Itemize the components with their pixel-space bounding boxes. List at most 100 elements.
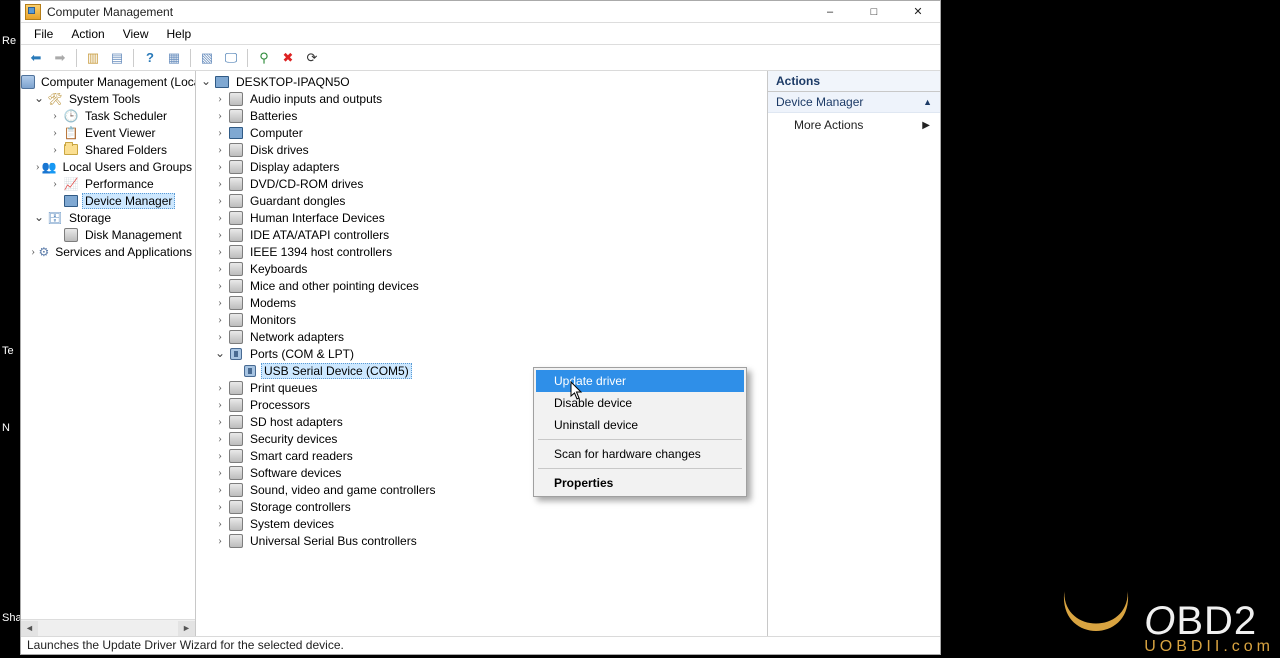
expand-icon[interactable] [47, 176, 63, 191]
expand-icon[interactable] [212, 108, 228, 123]
list-view-button[interactable]: ▦ [163, 47, 185, 69]
tree-disk-management[interactable]: Disk Management [21, 226, 195, 243]
expand-icon[interactable] [47, 142, 63, 157]
menu-action[interactable]: Action [62, 25, 113, 43]
minimize-button[interactable]: ‒ [808, 1, 852, 23]
tree-storage[interactable]: 🗄 Storage [21, 209, 195, 226]
tree-performance[interactable]: 📈 Performance [21, 175, 195, 192]
ctx-uninstall-device[interactable]: Uninstall device [536, 414, 744, 436]
expand-icon[interactable] [212, 227, 228, 242]
tree-root[interactable]: Computer Management (Local [21, 73, 195, 90]
cat-usb-controllers[interactable]: Universal Serial Bus controllers [196, 532, 767, 549]
cat-batteries[interactable]: Batteries [196, 107, 767, 124]
update-driver-button[interactable]: ⟳ [301, 47, 323, 69]
expand-icon[interactable] [212, 278, 228, 293]
tree-device-manager[interactable]: Device Manager [21, 192, 195, 209]
scroll-left-button[interactable]: ◄ [21, 621, 38, 636]
ctx-scan-hardware[interactable]: Scan for hardware changes [536, 443, 744, 465]
tree-shared-folders[interactable]: Shared Folders [21, 141, 195, 158]
device-host[interactable]: DESKTOP-IPAQN5O [196, 73, 767, 90]
console-tree[interactable]: Computer Management (Local 🛠 System Tool… [21, 71, 195, 619]
maximize-button[interactable]: □ [852, 1, 896, 23]
expand-icon[interactable] [212, 431, 228, 446]
cat-system-devices[interactable]: System devices [196, 515, 767, 532]
cat-ieee1394[interactable]: IEEE 1394 host controllers [196, 243, 767, 260]
help-toolbar-button[interactable]: ? [139, 47, 161, 69]
left-scrollbar[interactable]: ◄ ► [21, 619, 195, 636]
expand-icon[interactable] [31, 210, 47, 225]
expand-icon[interactable] [212, 312, 228, 327]
expand-icon[interactable] [212, 516, 228, 531]
expand-icon[interactable] [212, 193, 228, 208]
users-icon: 👥 [42, 159, 57, 175]
scan-hardware-button[interactable]: ⚲ [253, 47, 275, 69]
ctx-disable-device[interactable]: Disable device [536, 392, 744, 414]
show-hide-tree-button[interactable]: ▥ [82, 47, 104, 69]
actions-section[interactable]: Device Manager ▲ [768, 92, 940, 113]
cat-ide[interactable]: IDE ATA/ATAPI controllers [196, 226, 767, 243]
monitor-toolbar-button[interactable]: 🖵 [220, 47, 242, 69]
expand-icon[interactable] [212, 295, 228, 310]
expand-icon[interactable] [212, 261, 228, 276]
menu-file[interactable]: File [25, 25, 62, 43]
cat-dvd[interactable]: DVD/CD-ROM drives [196, 175, 767, 192]
cat-ports[interactable]: Ports (COM & LPT) [196, 345, 767, 362]
cat-disk-drives[interactable]: Disk drives [196, 141, 767, 158]
cat-storage-controllers[interactable]: Storage controllers [196, 498, 767, 515]
cat-mice[interactable]: Mice and other pointing devices [196, 277, 767, 294]
properties-toolbar-button[interactable]: ▤ [106, 47, 128, 69]
expand-icon[interactable] [212, 329, 228, 344]
expand-icon[interactable] [212, 533, 228, 548]
expand-icon[interactable] [212, 125, 228, 140]
expand-icon[interactable] [212, 465, 228, 480]
menu-help[interactable]: Help [158, 25, 201, 43]
back-button[interactable]: ⬅ [25, 47, 47, 69]
cat-display-adapters[interactable]: Display adapters [196, 158, 767, 175]
cat-monitors[interactable]: Monitors [196, 311, 767, 328]
ctx-properties[interactable]: Properties [536, 472, 744, 494]
scroll-right-button[interactable]: ► [178, 621, 195, 636]
cat-hid[interactable]: Human Interface Devices [196, 209, 767, 226]
expand-icon[interactable] [47, 125, 63, 140]
cat-guardant[interactable]: Guardant dongles [196, 192, 767, 209]
expand-icon[interactable] [31, 91, 47, 106]
scroll-track[interactable] [38, 621, 178, 636]
tree-label: Disk drives [247, 143, 312, 157]
expand-icon[interactable] [47, 108, 63, 123]
cat-audio[interactable]: Audio inputs and outputs [196, 90, 767, 107]
tree-local-users[interactable]: 👥 Local Users and Groups [21, 158, 195, 175]
expand-icon[interactable] [212, 482, 228, 497]
expand-icon[interactable] [198, 74, 214, 89]
more-actions[interactable]: More Actions ▶ [768, 113, 940, 137]
expand-icon[interactable] [212, 159, 228, 174]
menu-view[interactable]: View [114, 25, 158, 43]
tree-task-scheduler[interactable]: 🕒 Task Scheduler [21, 107, 195, 124]
cat-keyboards[interactable]: Keyboards [196, 260, 767, 277]
expand-icon[interactable] [212, 414, 228, 429]
cat-computer[interactable]: Computer [196, 124, 767, 141]
expand-icon[interactable] [212, 244, 228, 259]
expand-icon[interactable] [212, 499, 228, 514]
tree-services-apps[interactable]: ⚙ Services and Applications [21, 243, 195, 260]
expand-icon[interactable] [212, 176, 228, 191]
titlebar[interactable]: Computer Management ‒ □ ✕ [21, 1, 940, 23]
tree-system-tools[interactable]: 🛠 System Tools [21, 90, 195, 107]
close-button[interactable]: ✕ [896, 1, 940, 23]
forward-button[interactable]: ➡ [49, 47, 71, 69]
expand-icon[interactable] [212, 380, 228, 395]
tree-event-viewer[interactable]: 📋 Event Viewer [21, 124, 195, 141]
expand-icon[interactable] [212, 448, 228, 463]
cat-network[interactable]: Network adapters [196, 328, 767, 345]
tree-label: Local Users and Groups [60, 160, 195, 174]
expand-icon[interactable] [212, 210, 228, 225]
detail-view-button[interactable]: ▧ [196, 47, 218, 69]
expand-icon[interactable] [28, 244, 39, 259]
expand-icon[interactable] [212, 346, 228, 361]
expand-icon[interactable] [212, 397, 228, 412]
ctx-update-driver[interactable]: Update driver [536, 370, 744, 392]
uninstall-button[interactable]: ✖ [277, 47, 299, 69]
expand-icon[interactable] [212, 142, 228, 157]
expand-icon[interactable] [212, 91, 228, 106]
expand-icon[interactable] [34, 159, 42, 174]
cat-modems[interactable]: Modems [196, 294, 767, 311]
